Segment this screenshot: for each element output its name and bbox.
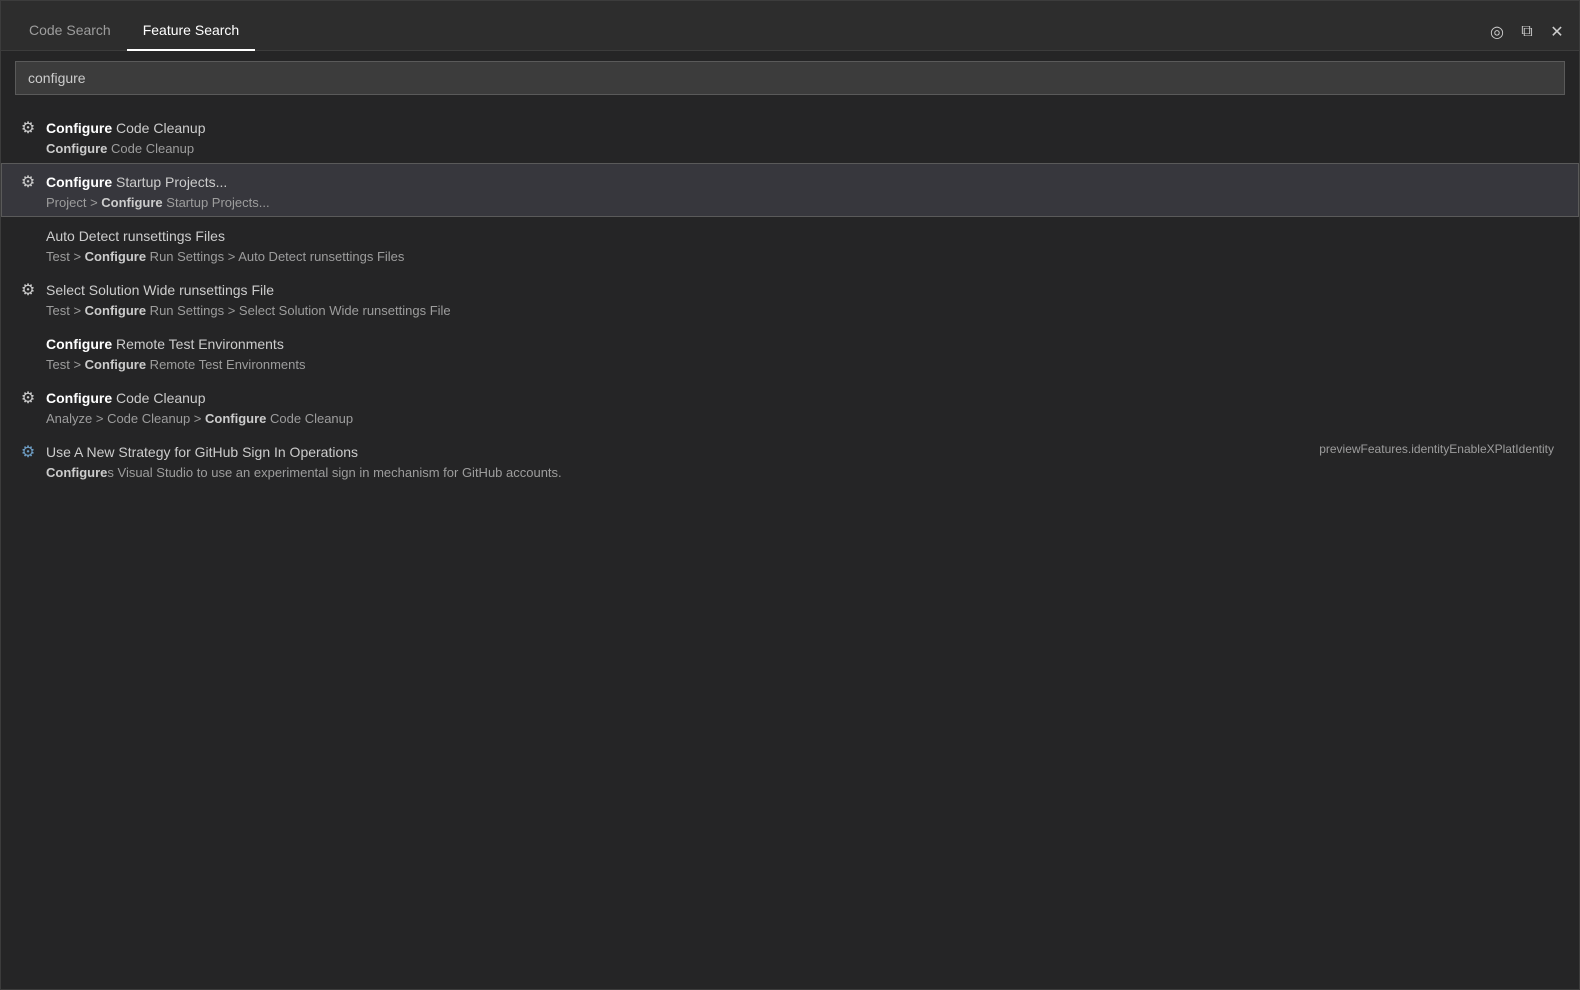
result-title: Configure Remote Test Environments: [46, 336, 284, 352]
result-subtitle: Configure Code Cleanup: [18, 141, 1562, 156]
open-icon: ⧉: [1521, 23, 1532, 41]
list-item[interactable]: Configure Remote Test Environments Test …: [1, 325, 1579, 379]
tab-feature-search[interactable]: Feature Search: [127, 11, 256, 51]
result-title: Configure Code Cleanup: [46, 390, 206, 406]
search-bar: [1, 51, 1579, 105]
main-window: Code Search Feature Search ◎ ⧉ ✕: [0, 0, 1580, 990]
preview-icon: ◎: [1490, 22, 1504, 42]
result-subtitle: Test > Configure Run Settings > Select S…: [18, 303, 1562, 318]
result-title: Auto Detect runsettings Files: [46, 228, 225, 244]
result-title: Select Solution Wide runsettings File: [46, 282, 274, 298]
search-input[interactable]: [15, 61, 1565, 95]
gear-icon: [18, 280, 38, 300]
list-item[interactable]: Select Solution Wide runsettings File Te…: [1, 271, 1579, 325]
result-subtitle: Analyze > Code Cleanup > Configure Code …: [18, 411, 1562, 426]
tab-feature-search-label: Feature Search: [143, 22, 240, 38]
list-item[interactable]: Configure Code Cleanup Configure Code Cl…: [1, 109, 1579, 163]
result-subtitle: Test > Configure Run Settings > Auto Det…: [18, 249, 1562, 264]
result-subtitle: Test > Configure Remote Test Environment…: [18, 357, 1562, 372]
result-title: Configure Startup Projects...: [46, 174, 227, 190]
result-tag: previewFeatures.identityEnableXPlatIdent…: [1319, 440, 1562, 456]
gear-icon: [18, 388, 38, 408]
open-button[interactable]: ⧉: [1517, 22, 1537, 42]
list-item[interactable]: Auto Detect runsettings Files Test > Con…: [1, 217, 1579, 271]
list-item[interactable]: Configure Code Cleanup Analyze > Code Cl…: [1, 379, 1579, 433]
result-subtitle: Project > Configure Startup Projects...: [18, 195, 1562, 210]
result-title: Configure Code Cleanup: [46, 120, 206, 136]
result-subtitle: Configures Visual Studio to use an exper…: [18, 465, 562, 480]
github-icon: ⚙: [18, 442, 38, 462]
preview-button[interactable]: ◎: [1487, 22, 1507, 42]
gear-icon: [18, 172, 38, 192]
close-icon: ✕: [1550, 22, 1563, 42]
result-title: Use A New Strategy for GitHub Sign In Op…: [46, 444, 358, 460]
title-bar-actions: ◎ ⧉ ✕: [1487, 22, 1567, 50]
tab-code-search-label: Code Search: [29, 22, 111, 38]
list-item[interactable]: ⚙ Use A New Strategy for GitHub Sign In …: [1, 433, 1579, 487]
results-list: Configure Code Cleanup Configure Code Cl…: [1, 105, 1579, 989]
list-item[interactable]: Configure Startup Projects... Project > …: [1, 163, 1579, 217]
close-button[interactable]: ✕: [1547, 22, 1567, 42]
title-bar: Code Search Feature Search ◎ ⧉ ✕: [1, 1, 1579, 51]
gear-icon: [18, 118, 38, 138]
tab-code-search[interactable]: Code Search: [13, 11, 127, 51]
